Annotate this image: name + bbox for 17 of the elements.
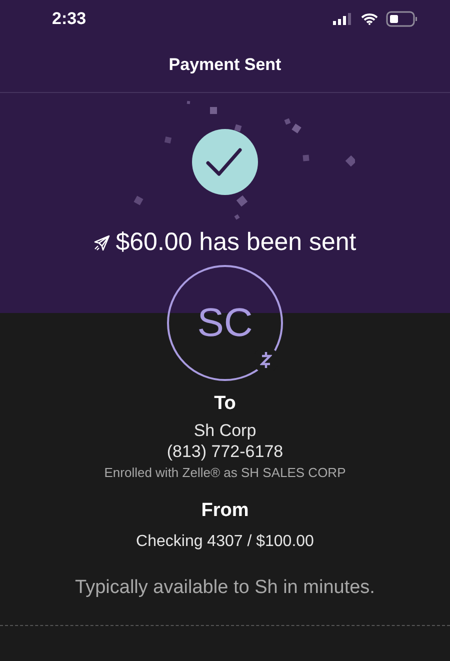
checkmark-icon (192, 129, 258, 195)
wifi-icon (361, 12, 378, 24)
to-label: To (214, 392, 236, 416)
recipient-phone: (813) 772-6178 (166, 442, 284, 462)
paper-plane-icon (94, 235, 110, 251)
source-account: Checking 4307 / $100.00 (136, 532, 314, 552)
from-label: From (201, 499, 249, 523)
zelle-logo-icon (260, 351, 272, 369)
signal-icon (333, 12, 353, 24)
page-title: Payment Sent (168, 54, 282, 76)
availability-note: Typically available to Sh in minutes. (75, 576, 375, 600)
battery-icon (386, 10, 418, 26)
status-time: 2:33 (52, 8, 86, 30)
recipient-name: Sh Corp (194, 420, 256, 442)
enrollment-text: Enrolled with Zelle® as SH SALES CORP (104, 464, 346, 482)
amount-sent-text: $60.00 has been sent (116, 227, 356, 258)
recipient-avatar: SC (167, 265, 283, 381)
